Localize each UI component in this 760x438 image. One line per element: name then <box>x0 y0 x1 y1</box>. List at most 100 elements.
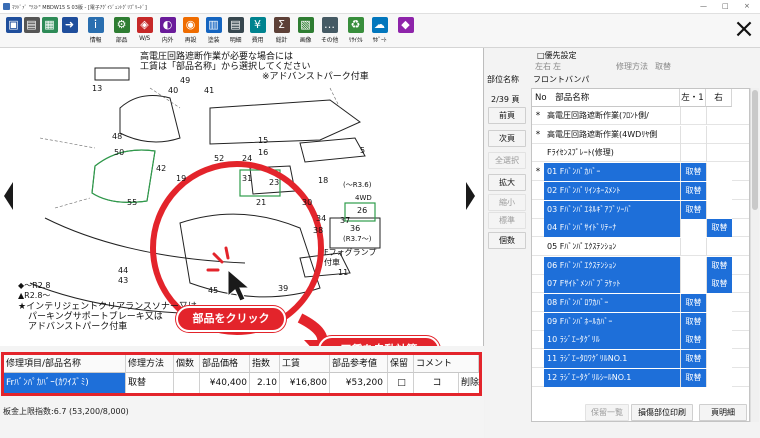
count-button[interactable]: 個数 <box>488 232 526 249</box>
row-part-name[interactable]: 01 Fﾊﾞﾝﾊﾟｶﾊﾞｰ <box>544 163 680 182</box>
maximize-button[interactable]: □ <box>722 2 729 10</box>
row-left-action[interactable]: 取替 <box>680 163 706 182</box>
next-page-button[interactable]: 次頁 <box>488 130 526 147</box>
row-right-action[interactable] <box>706 144 732 163</box>
row-left-action[interactable] <box>680 219 706 238</box>
select-all-button[interactable]: 全選択 <box>488 152 526 169</box>
part-number[interactable]: 15 <box>258 136 268 145</box>
detail-button[interactable]: ▤ 明細 <box>224 17 247 45</box>
parts-list-row[interactable]: 09 Fﾊﾞﾝﾊﾟﾎｰﾙｶﾊﾞｰ 取替 <box>532 312 749 331</box>
row-right-action[interactable] <box>706 312 732 331</box>
row-right-action[interactable] <box>706 294 732 312</box>
zoom-in-button[interactable]: 拡大 <box>488 174 526 191</box>
parts-list-row[interactable]: 10 ﾗｼﾞｴｰﾀｸﾞﾘﾙ 取替 <box>532 331 749 350</box>
row-right-action[interactable] <box>706 181 732 200</box>
row-left-action[interactable]: 取替 <box>680 331 706 350</box>
row-left-action[interactable] <box>680 275 706 294</box>
standard-zoom-button[interactable]: 標準 <box>488 212 526 229</box>
row-part-name[interactable]: 高電圧回路遮断作業(ﾌﾛﾝﾄ側/ <box>544 107 680 125</box>
row-part-name[interactable]: 高電圧回路遮断作業(4WDﾘﾔ側 <box>544 126 680 144</box>
part-number[interactable]: 50 <box>114 148 124 157</box>
close-icon[interactable]: × <box>733 16 755 42</box>
exit-button[interactable]: ➜ <box>58 17 81 45</box>
row-left-action[interactable]: 取替 <box>680 368 706 387</box>
row-part-name[interactable]: 03 Fﾊﾞﾝﾊﾟｴﾈﾙｷﾞｱﾌﾞｿｰﾊﾞ <box>544 200 680 219</box>
parts-list-row[interactable]: 04 Fﾊﾞﾝﾊﾟｻｲﾄﾞﾘﾃｰﾅ 取替 <box>532 219 749 238</box>
row-comment[interactable]: コ <box>414 373 459 393</box>
minimize-button[interactable]: — <box>700 2 707 10</box>
zoom-out-button[interactable]: 縮小 <box>488 194 526 211</box>
part-number[interactable]: 31 <box>242 174 252 183</box>
row-part-name[interactable]: 07 Fｻｲﾄﾞﾒﾝﾊﾞﾌﾞﾗｹｯﾄ <box>544 275 680 294</box>
parts-list-row[interactable]: * 高電圧回路遮断作業(4WDﾘﾔ側 <box>532 125 749 144</box>
row-qty[interactable] <box>174 373 200 393</box>
cost-button[interactable]: ¥ 費用 <box>246 17 269 45</box>
row-part-name[interactable]: Fﾗｲｾﾝｽﾌﾟﾚｰﾄ(修理) <box>544 144 680 162</box>
parts-list-row[interactable]: 07 Fｻｲﾄﾞﾒﾝﾊﾞﾌﾞﾗｹｯﾄ 取替 <box>532 275 749 294</box>
total-button[interactable]: Σ 総計 <box>270 17 293 45</box>
parts-diagram[interactable]: 高電圧回路遮断作業が必要な場合には 工賃は「部品名称」から選択してください ※ア… <box>0 48 484 346</box>
support-button[interactable]: ☁ ｻﾎﾟｰﾄ <box>368 17 391 45</box>
row-part-name[interactable]: 06 Fﾊﾞﾝﾊﾟｴｸｽﾃﾝｼｮﾝ <box>544 256 680 275</box>
image-button[interactable]: ▧ 画像 <box>294 17 317 45</box>
part-number[interactable]: 16 <box>258 148 268 157</box>
parts-list-row[interactable]: 08 Fﾊﾞﾝﾊﾟﾛﾜｶﾊﾞｰ 取替 <box>532 294 749 312</box>
part-number[interactable]: 44 <box>118 266 128 275</box>
row-left-action[interactable]: 取替 <box>680 294 706 312</box>
part-number[interactable]: 30 <box>302 198 312 207</box>
row-method[interactable]: 取替 <box>126 373 174 393</box>
prev-page-button[interactable]: 前頁 <box>488 107 526 124</box>
row-part-name[interactable]: 10 ﾗｼﾞｴｰﾀｸﾞﾘﾙ <box>544 331 680 350</box>
row-left-action[interactable] <box>680 107 706 125</box>
row-right-action[interactable] <box>706 107 732 125</box>
part-number[interactable]: 18 <box>318 176 328 185</box>
row-delete-button[interactable]: 削除 <box>459 373 479 393</box>
row-right-action[interactable]: 取替 <box>706 219 732 238</box>
parts-list-row[interactable]: Fﾗｲｾﾝｽﾌﾟﾚｰﾄ(修理) <box>532 144 749 163</box>
row-right-action[interactable]: 取替 <box>706 256 732 275</box>
part-number[interactable]: 42 <box>156 164 166 173</box>
row-right-action[interactable] <box>706 237 732 256</box>
part-number[interactable]: 26 <box>357 206 367 215</box>
part-number[interactable]: 5 <box>360 146 365 155</box>
row-part-name[interactable]: Frﾊﾞﾝﾊﾟｶﾊﾞｰ(ｶﾜｲｽﾞﾐ) <box>4 373 126 393</box>
part-number[interactable]: 45 <box>208 286 218 295</box>
part-number[interactable]: 34 <box>316 214 326 223</box>
part-number[interactable]: 39 <box>278 284 288 293</box>
part-number[interactable]: 36 <box>350 224 360 233</box>
parts-list-row[interactable]: 12 ﾗｼﾞｴｰﾀｸﾞﾘﾙｼｰﾙNO.1 取替 <box>532 368 749 387</box>
next-diagram-arrow-icon[interactable] <box>466 182 475 210</box>
row-part-name[interactable]: 12 ﾗｼﾞｴｰﾀｸﾞﾘﾙｼｰﾙNO.1 <box>544 368 680 387</box>
row-part-name[interactable]: 09 Fﾊﾞﾝﾊﾟﾎｰﾙｶﾊﾞｰ <box>544 312 680 331</box>
special-button[interactable]: ◉ 再設 <box>179 17 202 45</box>
row-right-action[interactable] <box>706 331 732 350</box>
part-number[interactable]: 43 <box>118 276 128 285</box>
diamond-button[interactable]: ◆ <box>394 17 417 45</box>
row-right-action[interactable] <box>706 368 732 387</box>
parts-list-row[interactable]: 06 Fﾊﾞﾝﾊﾟｴｸｽﾃﾝｼｮﾝ 取替 <box>532 256 749 275</box>
row-right-action[interactable]: 取替 <box>706 275 732 294</box>
paint-button[interactable]: ▥ 塗装 <box>202 17 225 45</box>
recycle-button[interactable]: ♻ ﾘｻｲｸﾙ <box>344 17 367 45</box>
row-right-action[interactable] <box>706 163 732 182</box>
lr-select[interactable]: 左 <box>553 61 561 72</box>
parts-list-row[interactable]: 02 Fﾊﾞﾝﾊﾟﾘｲﾝﾎｰｽﾒﾝﾄ 取替 <box>532 181 749 200</box>
part-number[interactable]: 49 <box>180 76 190 85</box>
part-number[interactable]: 48 <box>112 132 122 141</box>
row-hold-checkbox[interactable]: □ <box>388 373 414 393</box>
other-button[interactable]: … その他 <box>318 17 341 45</box>
hold-list-button[interactable]: 保留一覧 <box>585 404 629 421</box>
row-left-action[interactable] <box>680 144 706 163</box>
page-detail-button[interactable]: 頁明細 <box>699 404 747 421</box>
part-number[interactable]: 23 <box>269 178 279 187</box>
row-part-name[interactable]: 04 Fﾊﾞﾝﾊﾟｻｲﾄﾞﾘﾃｰﾅ <box>544 219 680 238</box>
part-number[interactable]: 11 <box>338 268 348 277</box>
info-button[interactable]: ｉ 情報 <box>84 17 107 45</box>
row-left-action[interactable]: 取替 <box>680 181 706 200</box>
row-part-name[interactable]: 05 Fﾊﾞﾝﾊﾟｴｸｽﾃﾝｼｮﾝ <box>544 238 680 256</box>
part-number[interactable]: 19 <box>176 174 186 183</box>
scrollbar-thumb[interactable] <box>752 90 758 210</box>
part-number[interactable]: 52 <box>214 154 224 163</box>
part-number[interactable]: 38 <box>313 226 323 235</box>
part-number[interactable]: 37 <box>340 216 350 225</box>
